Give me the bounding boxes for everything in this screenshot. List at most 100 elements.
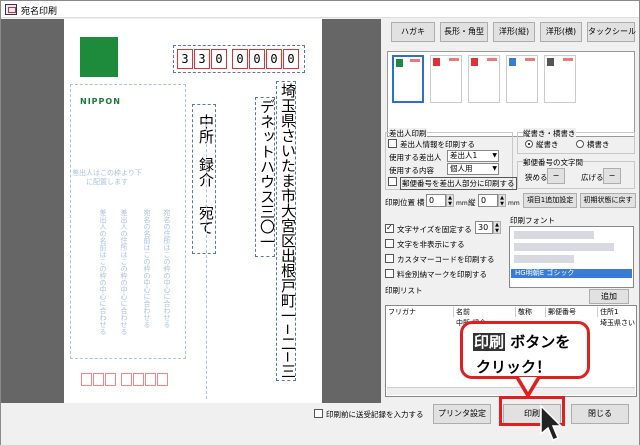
hide-text-checkbox[interactable] [385,239,394,248]
sender-select[interactable]: 差出人1 ▼ [447,150,499,162]
sender-zip-box [105,373,116,386]
mouse-cursor-icon [540,404,563,441]
customer-barcode-checkbox[interactable] [385,254,394,263]
reset-button[interactable]: 初期状態に戻す [580,193,636,208]
zip-digit: 0 [266,49,282,69]
font-list-selected[interactable]: HG明朝E ゴシック [511,269,632,278]
position-label: 印刷位置 [385,198,415,207]
sender-zip-box [81,373,92,386]
recipient-address-line2[interactable]: デネットハウス三〇一 [257,99,278,249]
column-header[interactable]: フリガナ [386,307,454,317]
print-sender-checkbox[interactable] [388,139,397,148]
position-x-label: 横 [417,198,425,207]
ghost-recipient-name: 宛名の名前はこの枠の中心に合わせる [143,209,151,328]
zip-digit: 0 [232,49,248,69]
position-x-spinner[interactable]: ▲ ▼ [446,194,454,207]
narrow-label: 狭める [525,173,548,182]
tack-seal-button[interactable]: タックシール [587,22,636,42]
vertical-label: 縦書き [536,140,559,149]
postcard-preview[interactable]: NIPPON 3 3 0 0 0 0 0 埼玉県さいたま市大宮区出根戸町一−二−… [64,19,322,403]
font-list-entry[interactable] [514,255,574,263]
title-bar: 宛名印刷 [1,1,639,18]
customer-barcode-label: カスタマーコードを印刷する [397,255,495,264]
record-history-label: 印刷前に送受記録を入力する [326,410,424,419]
template-thumbnail[interactable] [506,55,538,103]
zip-spacing-group-label: 郵便番号の文字間 [523,157,583,168]
template-thumbnail[interactable] [430,55,462,103]
use-sender-label: 使用する差出人 [389,153,442,162]
fix-font-size-checkbox[interactable] [385,223,394,233]
window-title: 宛名印刷 [21,7,58,17]
font-list[interactable]: HG明朝E ゴシック [509,226,634,288]
printer-settings-button[interactable]: プリンタ設定 [433,404,491,424]
column-header[interactable]: 住所1 [598,307,636,317]
font-list-entry[interactable] [514,243,614,251]
sender-group-label: 差出人印刷 [389,128,427,139]
template-thumbnail[interactable] [544,55,576,103]
horizontal-label: 横書き [587,140,610,149]
column-header[interactable]: 郵便番号 [546,307,598,317]
vertical-radio[interactable] [525,140,533,148]
position-y-unit: mm [508,200,520,207]
position-y-input[interactable]: 0 [478,194,498,207]
hagaki-button[interactable]: ハガキ [391,22,435,42]
chevron-down-icon: ▼ [492,152,497,159]
template-thumbnail[interactable] [392,55,424,103]
horizontal-scrollbar[interactable] [387,387,635,395]
print-sender-label: 差出人情報を印刷する [400,140,475,149]
yokei-tate-button[interactable]: 洋形(縦) [493,22,535,42]
yokei-yoko-button[interactable]: 洋形(横) [540,22,582,42]
center-guide [206,119,207,399]
sender-zip-box [133,373,144,386]
add-button[interactable]: 追加 [589,289,629,304]
print-zip-sender-label: 郵便番号を差出人部分に印刷する [400,177,517,190]
content-select-value: 個人用 [450,164,473,173]
widen-button[interactable]: − [603,168,621,184]
card-preview-pane: NIPPON 3 3 0 0 0 0 0 埼玉県さいたま市大宮区出根戸町一−二−… [1,19,381,403]
item-adjust-button[interactable]: 項目1追加設定 [523,193,577,208]
position-x-input[interactable]: 0 [426,194,446,207]
zip-digit: 3 [194,49,210,69]
hide-text-label: 文字を非表示にする [397,240,465,249]
sender-zip-box [157,373,168,386]
table-cell[interactable]: 埼玉県さい [598,318,636,328]
print-zip-sender-checkbox[interactable] [388,177,397,186]
font-size-input[interactable]: 30 [475,221,493,234]
callout-bubble: 印刷 ボタンを クリック！ [460,321,590,379]
column-header[interactable]: 敬称 [516,307,546,317]
font-list-entry[interactable] [514,231,594,239]
ghost-recipient-addr: 宛名の住所はこの枠の中心に合わせる [163,209,171,328]
postage-mark-checkbox[interactable] [385,269,394,278]
ghost-sender-name: 差出人の名前はこの枠の中心に合わせる [99,209,107,335]
position-y-spinner[interactable]: ▲ ▼ [498,194,506,207]
callout-line2: クリック！ [476,358,552,376]
sender-zip-box [93,373,104,386]
close-button[interactable]: 閉じる [571,404,629,424]
zip-digit: 3 [177,49,193,69]
position-y-label: 縦 [468,198,476,207]
use-content-label: 使用する内容 [389,166,434,175]
japan-post-logo-icon [80,37,118,77]
narrow-button[interactable]: − [547,168,565,184]
app-icon [5,4,17,15]
callout-highlight: 印刷 [473,333,506,351]
recipient-address-line1[interactable]: 埼玉県さいたま市大宮区出根戸町一−二−三 [278,83,299,378]
sender-zip-box [121,373,132,386]
record-history-checkbox[interactable] [314,409,323,418]
fix-font-size-label: 文字サイズを固定する [397,225,472,234]
font-group-label: 印刷フォント [510,216,555,225]
content-select[interactable]: 個人用 ▼ [447,163,499,175]
chokei-button[interactable]: 長形・角型 [440,22,488,42]
column-header[interactable]: 名前 [454,307,516,317]
font-size-spinner[interactable]: ▲ ▼ [493,221,501,234]
widen-label: 広げる [581,173,604,182]
position-x-unit: mm [456,200,468,207]
template-gallery [387,51,635,137]
callout-tail-inner [519,377,537,392]
zip-digit: 0 [211,49,227,69]
address-print-window: 宛名印刷 NIPPON 3 3 0 0 0 0 0 埼玉県さいたま市大宮区出根戸… [0,0,640,445]
horizontal-radio[interactable] [576,140,584,148]
chevron-down-icon: ▼ [492,165,497,172]
postage-mark-label: 料金別納マークを印刷する [397,270,487,279]
template-thumbnail[interactable] [468,55,500,103]
